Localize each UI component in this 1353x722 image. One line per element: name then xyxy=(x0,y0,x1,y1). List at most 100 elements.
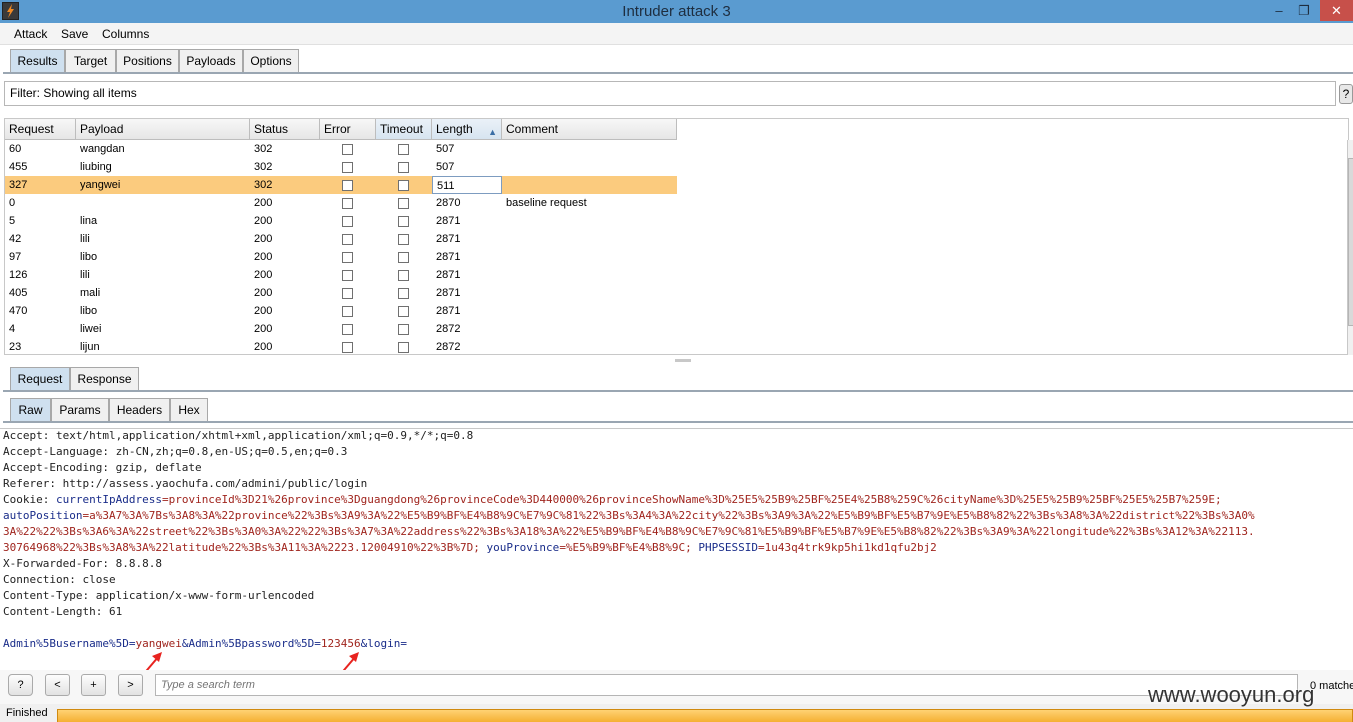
column-header-payload[interactable]: Payload xyxy=(76,119,250,140)
table-row[interactable]: 4 liwei 200 2872 xyxy=(5,320,677,338)
cell-request: 0 xyxy=(9,197,16,209)
search-add-button[interactable]: + xyxy=(81,674,106,696)
timeout-checkbox[interactable] xyxy=(398,270,409,281)
scrollbar-thumb[interactable] xyxy=(1348,158,1353,326)
cell-status: 200 xyxy=(254,305,273,317)
tab-payloads[interactable]: Payloads xyxy=(179,49,243,73)
tab-options[interactable]: Options xyxy=(243,49,299,73)
tab-response[interactable]: Response xyxy=(70,367,139,391)
cell-payload: lili xyxy=(80,233,90,245)
timeout-checkbox[interactable] xyxy=(398,216,409,227)
detail-tab-divider xyxy=(3,390,1353,392)
error-checkbox[interactable] xyxy=(342,198,353,209)
cell-length: 507 xyxy=(436,161,455,173)
cell-status: 200 xyxy=(254,215,273,227)
tab-positions[interactable]: Positions xyxy=(116,49,179,73)
cell-comment xyxy=(502,248,677,266)
menu-bar: Attack Save Columns xyxy=(0,23,1353,45)
column-header-request[interactable]: Request xyxy=(5,119,76,140)
search-previous-button[interactable]: < xyxy=(45,674,70,696)
table-row[interactable]: 23 lijun 200 2872 xyxy=(5,338,677,354)
menu-columns[interactable]: Columns xyxy=(102,27,149,41)
filter-bar[interactable]: Filter: Showing all items xyxy=(4,81,1336,106)
table-row[interactable]: 60 wangdan 302 507 xyxy=(5,140,677,158)
header-accept-language: Accept-Language: zh-CN,zh;q=0.8,en-US;q=… xyxy=(3,445,348,458)
timeout-checkbox[interactable] xyxy=(398,324,409,335)
timeout-checkbox[interactable] xyxy=(398,288,409,299)
error-checkbox[interactable] xyxy=(342,342,353,353)
error-checkbox[interactable] xyxy=(342,216,353,227)
error-checkbox[interactable] xyxy=(342,144,353,155)
tab-request[interactable]: Request xyxy=(10,367,70,391)
error-checkbox[interactable] xyxy=(342,270,353,281)
cell-status: 302 xyxy=(254,179,273,191)
table-row[interactable]: 327 yangwei 302 511 xyxy=(5,176,677,194)
column-header-comment[interactable]: Comment xyxy=(502,119,677,140)
filter-help-button[interactable]: ? xyxy=(1339,84,1353,104)
header-accept-encoding: Accept-Encoding: gzip, deflate xyxy=(3,461,202,474)
table-row[interactable]: 126 lili 200 2871 xyxy=(5,266,677,284)
timeout-checkbox[interactable] xyxy=(398,252,409,263)
search-next-button[interactable]: > xyxy=(118,674,143,696)
timeout-checkbox[interactable] xyxy=(398,342,409,353)
tab-results[interactable]: Results xyxy=(10,49,65,73)
search-help-button[interactable]: ? xyxy=(8,674,33,696)
search-input[interactable] xyxy=(156,675,1297,695)
table-row[interactable]: 470 libo 200 2871 xyxy=(5,302,677,320)
cell-length: 2871 xyxy=(436,233,461,245)
timeout-checkbox[interactable] xyxy=(398,180,409,191)
cell-comment xyxy=(502,302,677,320)
cell-length: 511 xyxy=(432,176,502,194)
cell-status: 302 xyxy=(254,143,273,155)
cell-payload: libo xyxy=(80,251,98,263)
progress-fill xyxy=(58,710,1352,722)
cell-comment xyxy=(502,284,677,302)
cell-payload: libo xyxy=(80,305,98,317)
table-row[interactable]: 0 200 2870 baseline request xyxy=(5,194,677,212)
table-row[interactable]: 405 mali 200 2871 xyxy=(5,284,677,302)
column-header-status[interactable]: Status xyxy=(250,119,320,140)
close-button[interactable]: ✕ xyxy=(1320,0,1353,21)
table-scrollbar[interactable] xyxy=(1347,140,1353,355)
error-checkbox[interactable] xyxy=(342,162,353,173)
column-header-timeout[interactable]: Timeout xyxy=(376,119,432,140)
error-checkbox[interactable] xyxy=(342,288,353,299)
table-row[interactable]: 5 lina 200 2871 xyxy=(5,212,677,230)
column-header-length[interactable]: Length ▲ xyxy=(432,119,502,140)
search-field[interactable] xyxy=(155,674,1298,696)
column-header-error[interactable]: Error xyxy=(320,119,376,140)
search-match-count: 0 matches xyxy=(1310,680,1353,692)
tab-raw[interactable]: Raw xyxy=(10,398,51,422)
table-row[interactable]: 97 libo 200 2871 xyxy=(5,248,677,266)
table-row[interactable]: 455 liubing 302 507 xyxy=(5,158,677,176)
body-equals: = xyxy=(400,637,408,650)
error-checkbox[interactable] xyxy=(342,234,353,245)
cell-length: 507 xyxy=(436,143,455,155)
tab-headers[interactable]: Headers xyxy=(109,398,170,422)
maximize-button[interactable]: ❐ xyxy=(1293,0,1315,21)
table-row[interactable]: 42 lili 200 2871 xyxy=(5,230,677,248)
menu-attack[interactable]: Attack xyxy=(14,27,47,41)
header-cookie-line-2: autoPosition=a%3A7%3A%7Bs%3A8%3A%22provi… xyxy=(3,508,1255,524)
raw-request-editor[interactable]: Accept: text/html,application/xhtml+xml,… xyxy=(0,428,1353,668)
error-checkbox[interactable] xyxy=(342,324,353,335)
minimize-button[interactable]: ‒ xyxy=(1268,0,1290,21)
pane-splitter[interactable] xyxy=(675,359,691,362)
error-checkbox[interactable] xyxy=(342,252,353,263)
timeout-checkbox[interactable] xyxy=(398,162,409,173)
cell-length: 2870 xyxy=(436,197,461,209)
error-checkbox[interactable] xyxy=(342,306,353,317)
timeout-checkbox[interactable] xyxy=(398,306,409,317)
cell-comment xyxy=(502,212,677,230)
tab-params[interactable]: Params xyxy=(51,398,109,422)
error-checkbox[interactable] xyxy=(342,180,353,191)
tab-target[interactable]: Target xyxy=(65,49,116,73)
cell-payload xyxy=(76,194,250,212)
timeout-checkbox[interactable] xyxy=(398,234,409,245)
cell-length: 2871 xyxy=(436,305,461,317)
tab-hex[interactable]: Hex xyxy=(170,398,208,422)
timeout-checkbox[interactable] xyxy=(398,144,409,155)
timeout-checkbox[interactable] xyxy=(398,198,409,209)
cell-comment xyxy=(502,230,677,248)
menu-save[interactable]: Save xyxy=(61,27,88,41)
